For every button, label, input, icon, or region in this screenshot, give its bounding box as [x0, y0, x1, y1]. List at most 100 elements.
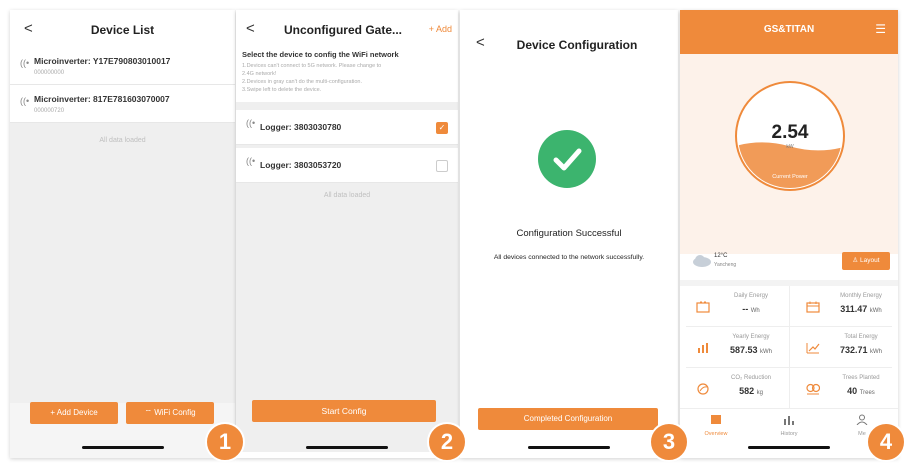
stat-value: 732.71 kWh	[828, 345, 894, 355]
step-badge-2: 2	[427, 422, 467, 462]
power-unit: kW	[786, 144, 794, 150]
stat-unit: kWh	[869, 308, 882, 314]
current-power-value: 2.54	[771, 122, 809, 143]
list-background: All data loaded	[10, 123, 235, 403]
home-indicator	[528, 446, 610, 449]
checkbox-checked-icon[interactable]: ✓	[436, 122, 448, 134]
header: GS&TITAN ☰	[680, 10, 898, 54]
header: < Device List	[10, 10, 235, 50]
tab-label: History	[780, 431, 798, 437]
home-indicator	[748, 446, 830, 449]
stat-label: CO₂ Reduction	[730, 375, 771, 381]
trend-icon	[806, 343, 820, 354]
stat-label: Total Energy	[844, 334, 878, 340]
device-item-1[interactable]: ((• Microinverter: Y17E790803010017 0000…	[10, 50, 235, 85]
wifi-icon: ⌔	[144, 408, 155, 417]
success-check-icon	[538, 130, 596, 188]
plant-overview-screen: GS&TITAN ☰ 2.54 kW Current Power 12°C Ya…	[680, 10, 898, 458]
header: < Device Configuration	[460, 10, 678, 52]
stat-value: 587.53 kWh	[718, 345, 784, 355]
logger-item-2[interactable]: ((• Logger: 3803053720	[236, 148, 458, 183]
signal-icon: ((•	[246, 156, 256, 166]
battery-icon	[696, 301, 710, 313]
unconfigured-gateway-screen: < Unconfigured Gate... + Add Select the …	[236, 10, 458, 458]
plant-name: GS&TITAN	[763, 24, 815, 35]
menu-icon[interactable]: ☰	[875, 22, 886, 36]
grid-divider	[686, 367, 892, 368]
stat-number: 311.47	[840, 304, 870, 314]
signal-icon: ((•	[246, 118, 256, 128]
stat-label: Yearly Energy	[732, 334, 770, 340]
tree-icon	[806, 383, 820, 395]
stat-daily-energy: Daily Energy -- Wh	[680, 289, 788, 325]
instruction-text: Select the device to config the WiFi net…	[242, 50, 399, 59]
leaf-icon	[697, 383, 709, 395]
note-3: 2.Devices in gray can't do the multi-con…	[242, 79, 362, 85]
stat-monthly-energy: Monthly Energy 311.47 kWh	[790, 289, 898, 325]
cloud-icon	[692, 254, 712, 268]
tab-history[interactable]: History	[759, 412, 819, 437]
current-power-label: Current Power	[772, 174, 808, 180]
tab-label: Overview	[704, 431, 728, 437]
stat-value: 582 kg	[718, 386, 784, 396]
stat-value: 40 Trees	[828, 386, 894, 396]
completed-configuration-button[interactable]: Completed Configuration	[478, 408, 658, 430]
page-title: Device List	[90, 23, 155, 37]
notes: 1.Devices can't connect to 5G network. P…	[242, 62, 454, 94]
note-2: 2.4G network!	[242, 71, 277, 77]
add-button[interactable]: + Add	[429, 24, 452, 34]
device-item-2[interactable]: ((• Microinverter: 817E781603070007 0000…	[10, 88, 235, 123]
start-config-button[interactable]: Start Config	[252, 400, 436, 422]
stat-unit: Trees	[859, 390, 875, 396]
signal-icon: ((•	[20, 58, 30, 68]
all-loaded-text: All data loaded	[323, 192, 371, 199]
person-icon: ♙	[852, 257, 861, 264]
logger-item-1[interactable]: ((• Logger: 3803030780 ✓	[236, 110, 458, 145]
wifi-config-button[interactable]: ⌔ WiFi Config	[126, 402, 214, 424]
stat-co2-reduction: CO₂ Reduction 582 kg	[680, 371, 788, 407]
add-device-button[interactable]: + Add Device	[30, 402, 118, 424]
history-icon	[784, 416, 794, 425]
checkbox-icon[interactable]	[436, 160, 448, 172]
stat-label: Monthly Energy	[840, 293, 882, 299]
stat-number: 732.71	[839, 345, 871, 355]
all-loaded-text: All data loaded	[99, 137, 146, 144]
tab-overview[interactable]: Overview	[686, 412, 746, 437]
signal-icon: ((•	[20, 96, 30, 106]
stat-unit: kWh	[870, 349, 883, 355]
stat-yearly-energy: Yearly Energy 587.53 kWh	[680, 330, 788, 366]
calendar-icon	[806, 301, 820, 313]
device-serial: 000000720	[34, 108, 65, 114]
stat-total-energy: Total Energy 732.71 kWh	[790, 330, 898, 366]
page-title: Device Configuration	[516, 38, 638, 52]
layout-label: Layout	[860, 257, 880, 264]
logger-name: Logger: 3803030780	[260, 122, 342, 132]
stat-label: Trees Planted	[842, 375, 880, 381]
device-serial: 000000000	[34, 70, 65, 76]
step-badge-4: 4	[866, 422, 906, 462]
page-title: Unconfigured Gate...	[283, 23, 402, 37]
home-indicator	[306, 446, 388, 449]
status-message: All devices connected to the network suc…	[493, 254, 645, 261]
header: < Unconfigured Gate... + Add	[236, 10, 458, 50]
power-gauge: 2.54 kW Current Power	[734, 80, 846, 192]
stat-unit: Wh	[750, 308, 760, 314]
stat-trees-planted: Trees Planted 40 Trees	[790, 371, 898, 407]
step-badge-3: 3	[649, 422, 689, 462]
stat-number: 582	[739, 386, 757, 396]
device-name: Microinverter: 817E781603070007	[34, 94, 170, 104]
stats-grid: Daily Energy -- Wh Monthly Energy 311.47…	[680, 280, 898, 414]
stat-number: --	[742, 304, 751, 314]
bar-chart-icon	[698, 343, 708, 353]
overview-icon	[711, 415, 721, 424]
stat-number: 587.53	[729, 345, 761, 355]
user-icon	[856, 414, 868, 426]
stat-unit: kWh	[760, 349, 773, 355]
step-badge-1: 1	[205, 422, 245, 462]
stat-label: Daily Energy	[733, 293, 768, 299]
layout-button[interactable]: ♙ Layout	[842, 252, 890, 270]
logger-name: Logger: 3803053720	[260, 160, 342, 170]
weather-temp: 12°C	[714, 253, 728, 259]
device-list-screen: < Device List ((• Microinverter: Y17E790…	[10, 10, 235, 458]
stat-number: 40	[847, 386, 860, 396]
